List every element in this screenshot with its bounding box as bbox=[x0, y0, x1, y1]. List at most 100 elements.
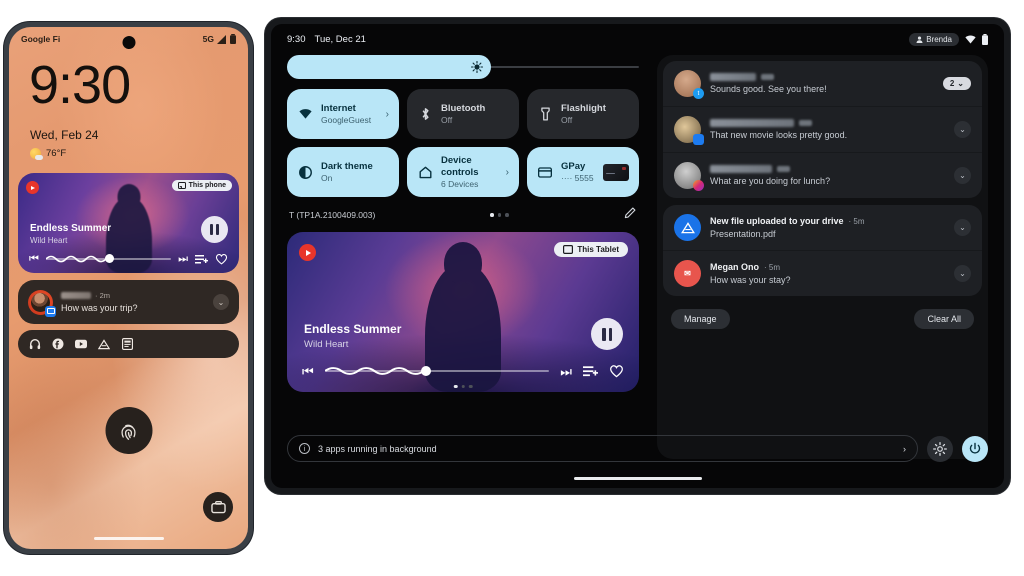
tile-device-controls[interactable]: Device controls 6 Devices › bbox=[407, 147, 519, 197]
notification-item-florian[interactable]: That new movie looks pretty good. ⌄ bbox=[663, 107, 982, 153]
tablet-status-bar: 9:30 Tue, Dec 21 Brenda bbox=[271, 24, 1004, 46]
tablet-media-seekbar[interactable] bbox=[324, 364, 550, 378]
info-icon: i bbox=[299, 443, 310, 454]
background-apps-button[interactable]: i 3 apps running in background › bbox=[287, 435, 918, 462]
skip-previous-icon[interactable]: ⏮ bbox=[302, 365, 314, 378]
user-chip[interactable]: Brenda bbox=[909, 33, 959, 46]
tile-bluetooth-label: Bluetooth bbox=[441, 103, 486, 115]
tablet-home-indicator[interactable] bbox=[573, 477, 702, 480]
tile-gpay[interactable]: GPay ···· 5555 bbox=[527, 147, 639, 197]
page-dot[interactable] bbox=[453, 384, 458, 388]
chevron-down-icon[interactable]: ⌄ bbox=[954, 167, 971, 184]
skip-next-icon[interactable]: ⏭ bbox=[560, 365, 572, 378]
notification-time: · 5m bbox=[764, 262, 780, 272]
headphones-icon[interactable] bbox=[29, 338, 41, 350]
tile-flashlight[interactable]: Flashlight Off bbox=[527, 89, 639, 139]
notification-item-eunie[interactable]: t Sounds good. See you there! 2 ⌄ bbox=[663, 61, 982, 107]
manage-button[interactable]: Manage bbox=[671, 309, 730, 329]
phone-media-player[interactable]: This phone Endless Summer Wild Heart ⏮ ⏭ bbox=[18, 173, 239, 273]
tablet-media-controls: ⏮ ⏭ bbox=[302, 364, 624, 378]
phone-weather-temp: 76°F bbox=[46, 148, 67, 159]
chevron-down-icon[interactable]: ⌄ bbox=[954, 219, 971, 236]
heart-icon[interactable] bbox=[215, 253, 228, 265]
avatar: t bbox=[674, 70, 704, 99]
phone-weather[interactable]: 76°F bbox=[9, 142, 248, 160]
tile-internet-sub: GoogleGuest bbox=[321, 114, 372, 125]
chevron-down-icon[interactable]: ⌄ bbox=[213, 294, 229, 310]
pencil-icon[interactable] bbox=[624, 206, 637, 224]
add-to-queue-icon[interactable] bbox=[583, 365, 598, 378]
messages-icon bbox=[693, 134, 704, 145]
page-dot[interactable] bbox=[497, 213, 502, 217]
phone-media-pause-button[interactable] bbox=[201, 216, 228, 243]
youtube-icon[interactable] bbox=[75, 338, 87, 350]
wifi-icon bbox=[297, 109, 313, 119]
quick-settings-page-dots[interactable] bbox=[490, 213, 509, 217]
brightness-icon bbox=[471, 61, 484, 73]
brightness-slider[interactable] bbox=[287, 55, 639, 79]
tablet-screen: 9:30 Tue, Dec 21 Brenda Internet GoogleG… bbox=[271, 24, 1004, 488]
phone-media-seekbar[interactable] bbox=[45, 253, 172, 265]
wallet-icon[interactable] bbox=[203, 492, 233, 522]
facebook-icon[interactable] bbox=[52, 338, 64, 350]
tablet-bottom-bar: i 3 apps running in background › bbox=[287, 435, 988, 462]
mail-icon: ✉ bbox=[674, 260, 701, 287]
notification-body: What are you doing for lunch? bbox=[710, 176, 831, 186]
drive-icon[interactable] bbox=[98, 338, 110, 350]
phone-media-output-label: This phone bbox=[188, 182, 226, 189]
signal-icon bbox=[217, 34, 226, 44]
notification-item-megan[interactable]: ✉ Megan Ono · 5m How was your stay? ⌄ bbox=[663, 251, 982, 296]
youtube-music-icon bbox=[299, 244, 316, 261]
clear-all-button[interactable]: Clear All bbox=[914, 309, 974, 329]
notification-item-patrick[interactable]: What are you doing for lunch? ⌄ bbox=[663, 153, 982, 198]
add-to-queue-icon[interactable] bbox=[195, 254, 208, 265]
chevron-right-icon[interactable]: › bbox=[903, 444, 906, 454]
media-page-dots[interactable] bbox=[453, 384, 473, 388]
tile-flashlight-label: Flashlight bbox=[561, 103, 606, 115]
page-dot[interactable] bbox=[461, 384, 465, 388]
notification-time: · 5m bbox=[848, 216, 865, 226]
phone-device: Google Fi 5G 9:30 Wed, Feb 24 76°F This … bbox=[4, 22, 253, 554]
cast-icon bbox=[177, 182, 186, 189]
tablet-quick-settings-layout: Internet GoogleGuest › Bluetooth Off Fla… bbox=[271, 46, 1004, 459]
youtube-music-icon bbox=[26, 181, 39, 194]
chevron-down-icon[interactable]: ⌄ bbox=[954, 121, 971, 138]
tablet-media-pause-button[interactable] bbox=[591, 318, 623, 350]
gpay-card-thumbnail[interactable] bbox=[603, 163, 629, 181]
chevron-right-icon[interactable]: › bbox=[386, 109, 389, 120]
page-dot[interactable] bbox=[505, 213, 509, 217]
notification-body: How was your stay? bbox=[710, 275, 791, 285]
fingerprint-icon[interactable] bbox=[105, 407, 152, 454]
tablet-media-player[interactable]: This Tablet Endless Summer Wild Heart ⏮ bbox=[287, 232, 639, 392]
notification-count-pill[interactable]: 2 ⌄ bbox=[942, 77, 971, 90]
notification-item-drive[interactable]: New file uploaded to your drive · 5m Pre… bbox=[663, 205, 982, 251]
avatar bbox=[674, 116, 704, 145]
phone-notification[interactable]: · 2m How was your trip? ⌄ bbox=[18, 280, 239, 324]
phone-media-title: Endless Summer bbox=[30, 223, 112, 234]
tile-internet[interactable]: Internet GoogleGuest › bbox=[287, 89, 399, 139]
build-number-label: T (TP1A.2100409.003) bbox=[289, 210, 376, 220]
front-camera-icon bbox=[122, 36, 135, 49]
heart-icon[interactable] bbox=[609, 364, 624, 378]
chevron-right-icon[interactable]: › bbox=[506, 167, 509, 178]
tablet-device: 9:30 Tue, Dec 21 Brenda Internet GoogleG… bbox=[265, 18, 1010, 494]
partly-sunny-icon bbox=[30, 148, 43, 160]
news-icon[interactable] bbox=[121, 338, 133, 350]
tablet-media-output-chip[interactable]: This Tablet bbox=[554, 242, 628, 257]
skip-next-icon[interactable]: ⏭ bbox=[178, 253, 188, 265]
gear-icon[interactable] bbox=[927, 435, 953, 462]
tile-dark-theme[interactable]: Dark theme On bbox=[287, 147, 399, 197]
tile-bluetooth[interactable]: Bluetooth Off bbox=[407, 89, 519, 139]
phone-home-indicator[interactable] bbox=[93, 537, 164, 540]
home-icon bbox=[417, 166, 433, 179]
chevron-down-icon[interactable]: ⌄ bbox=[954, 265, 971, 282]
tile-gpay-sub: ···· 5555 bbox=[561, 172, 594, 183]
notification-body: That new movie looks pretty good. bbox=[710, 130, 848, 140]
skip-previous-icon[interactable]: ⏮ bbox=[29, 253, 39, 265]
page-dot[interactable] bbox=[490, 213, 494, 217]
bluetooth-icon bbox=[417, 107, 433, 121]
phone-media-artist: Wild Heart bbox=[30, 236, 68, 245]
page-dot[interactable] bbox=[468, 384, 473, 388]
phone-media-output-chip[interactable]: This phone bbox=[171, 180, 232, 191]
power-icon[interactable] bbox=[962, 435, 988, 462]
